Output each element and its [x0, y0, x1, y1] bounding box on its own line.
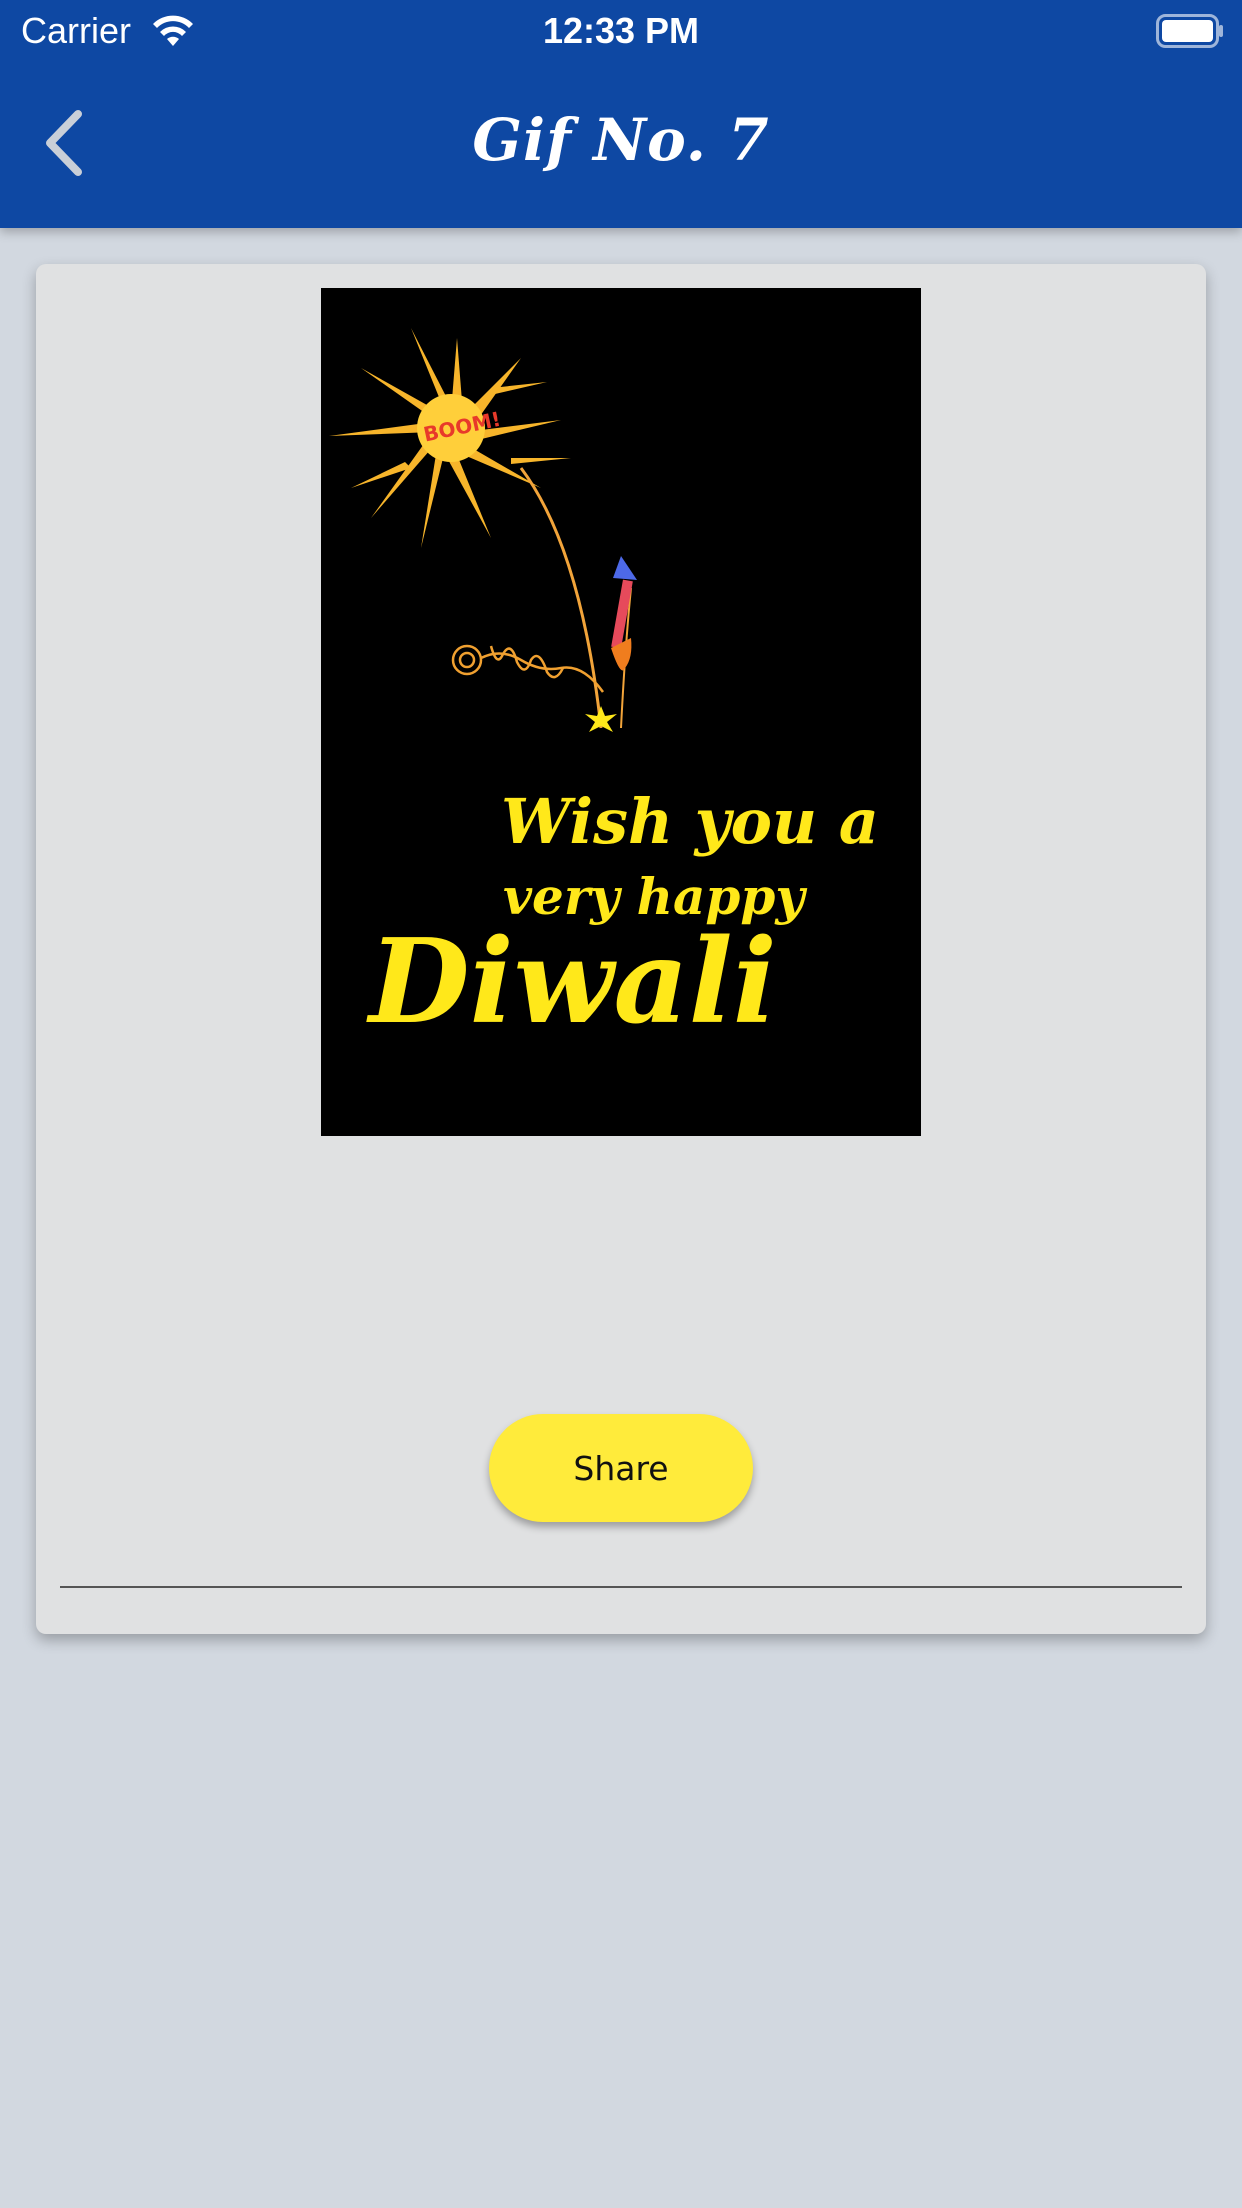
status-bar: Carrier 12:33 PM — [0, 0, 1242, 62]
share-button[interactable]: Share — [489, 1414, 753, 1522]
app-header: Carrier 12:33 PM Gif No. 7 — [0, 0, 1242, 228]
gif-line3: Diwali — [366, 914, 777, 1050]
navigation-bar: Gif No. 7 — [0, 62, 1242, 228]
divider — [60, 1586, 1182, 1588]
page-title: Gif No. 7 — [472, 106, 770, 174]
diwali-gif-image: BOOM! Wish you a very happy Diwali — [321, 288, 921, 1136]
gif-card: BOOM! Wish you a very happy Diwali Share — [36, 264, 1206, 1634]
diwali-gif-illustration: BOOM! Wish you a very happy Diwali — [321, 288, 921, 1136]
battery-icon — [1156, 14, 1223, 48]
gif-line1: Wish you a — [501, 785, 879, 858]
status-time: 12:33 PM — [542, 10, 700, 51]
